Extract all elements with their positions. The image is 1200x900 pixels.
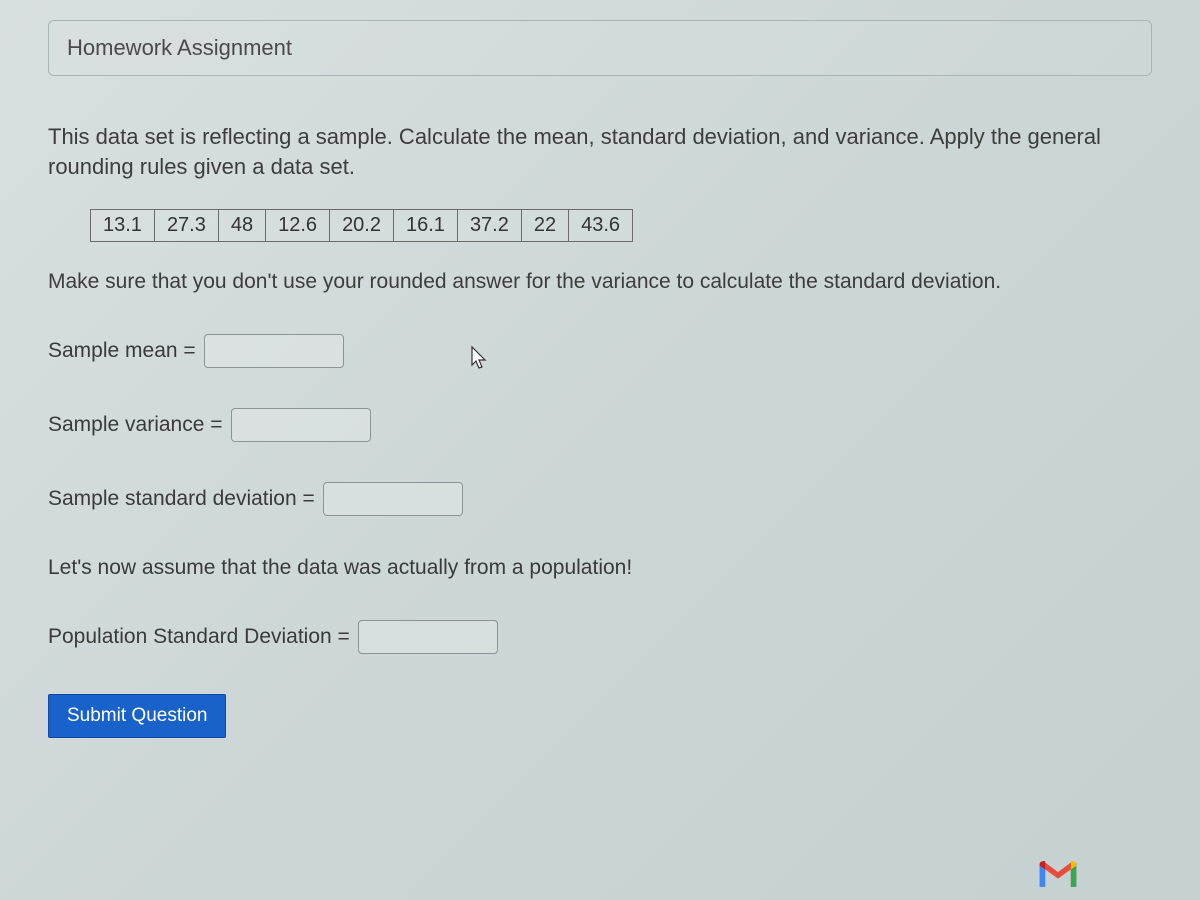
sample-variance-label: Sample variance = <box>48 413 223 437</box>
sample-variance-input[interactable] <box>231 408 371 442</box>
sample-variance-row: Sample variance = <box>48 408 1152 442</box>
sample-mean-label: Sample mean = <box>48 339 196 363</box>
population-assume-text: Let's now assume that the data was actua… <box>48 556 1152 580</box>
assignment-title-bar: Homework Assignment <box>48 20 1152 76</box>
submit-button-label: Submit Question <box>67 705 207 726</box>
data-cell: 37.2 <box>457 210 521 242</box>
instruction-text: This data set is reflecting a sample. Ca… <box>48 122 1152 181</box>
population-stddev-label: Population Standard Deviation = <box>48 625 350 649</box>
data-cell: 13.1 <box>91 210 155 242</box>
sample-mean-input[interactable] <box>204 334 344 368</box>
sample-stddev-label: Sample standard deviation = <box>48 487 315 511</box>
population-stddev-row: Population Standard Deviation = <box>48 620 1152 654</box>
data-cell: 48 <box>218 210 265 242</box>
data-cell: 43.6 <box>569 210 633 242</box>
table-row: 13.1 27.3 48 12.6 20.2 16.1 37.2 22 43.6 <box>91 210 633 242</box>
assignment-title: Homework Assignment <box>67 35 292 60</box>
data-cell: 16.1 <box>394 210 458 242</box>
gmail-icon[interactable] <box>1036 857 1080 896</box>
sample-stddev-input[interactable] <box>323 482 463 516</box>
data-cell: 22 <box>521 210 568 242</box>
data-cell: 27.3 <box>154 210 218 242</box>
sample-mean-row: Sample mean = <box>48 334 1152 368</box>
sample-stddev-row: Sample standard deviation = <box>48 482 1152 516</box>
submit-question-button[interactable]: Submit Question <box>48 694 226 738</box>
data-set-row: 13.1 27.3 48 12.6 20.2 16.1 37.2 22 43.6 <box>90 209 1152 242</box>
data-cell: 20.2 <box>330 210 394 242</box>
data-cell: 12.6 <box>266 210 330 242</box>
population-stddev-input[interactable] <box>358 620 498 654</box>
data-table: 13.1 27.3 48 12.6 20.2 16.1 37.2 22 43.6 <box>90 209 633 242</box>
rounding-note: Make sure that you don't use your rounde… <box>48 270 1152 294</box>
